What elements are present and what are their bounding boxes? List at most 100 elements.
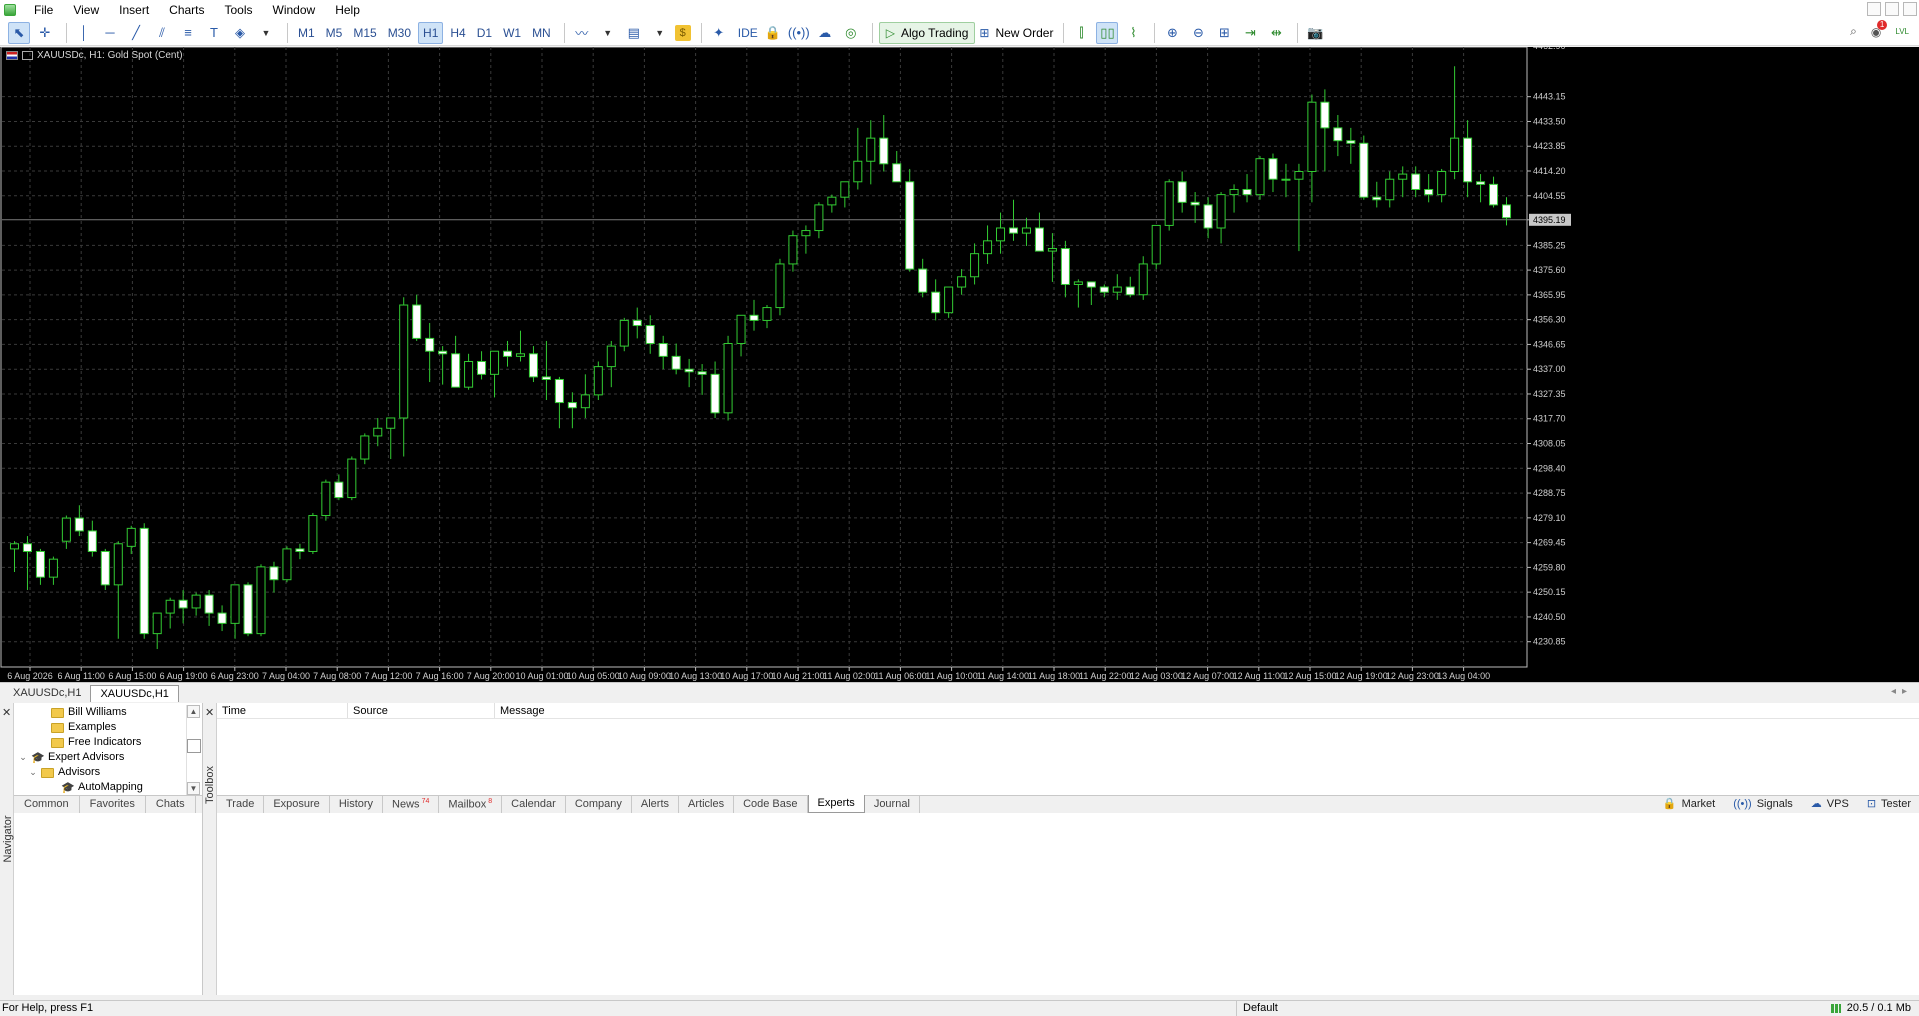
menu-insert[interactable]: Insert: [109, 0, 159, 20]
lvl-icon[interactable]: LVL: [1895, 27, 1909, 36]
line-chart-icon[interactable]: ⌇: [1122, 22, 1144, 44]
tab-history[interactable]: History: [330, 796, 384, 813]
column-message[interactable]: Message: [495, 703, 1495, 718]
timeframe-m30[interactable]: M30: [384, 22, 415, 44]
dollar-icon[interactable]: $: [674, 24, 691, 41]
scroll-thumb[interactable]: [187, 739, 201, 753]
channel-icon[interactable]: ⫽: [151, 22, 173, 44]
ide-button[interactable]: IDE: [734, 22, 762, 44]
auto-scroll-icon[interactable]: ⇥: [1239, 22, 1261, 44]
tab-trade[interactable]: Trade: [217, 796, 265, 813]
chevron-down-icon[interactable]: ▼: [597, 22, 619, 44]
link-signals[interactable]: ((•)) Signals: [1733, 798, 1793, 810]
indicators-icon[interactable]: 〰: [571, 22, 593, 44]
timeframe-m15[interactable]: M15: [349, 22, 380, 44]
chart-tab-active[interactable]: XAUUSDc,H1: [90, 685, 179, 702]
link-label: VPS: [1826, 798, 1849, 810]
timeframe-h1[interactable]: H1: [418, 21, 444, 44]
zoom-in-icon[interactable]: ⊕: [1161, 22, 1183, 44]
timeframe-d1[interactable]: D1: [473, 22, 496, 44]
navigator-tree-item[interactable]: ⌄ Advisors: [18, 765, 186, 780]
tab-scroll-arrows-icon[interactable]: ◂▸: [1891, 686, 1913, 697]
tree-expander-icon[interactable]: ⌄: [18, 750, 28, 765]
globe-icon[interactable]: ◎: [840, 22, 862, 44]
menu-help[interactable]: Help: [325, 0, 370, 20]
navigator-tree-item[interactable]: ⌄ 🎓 Expert Advisors: [18, 750, 186, 765]
cloud-icon[interactable]: ☁: [814, 22, 836, 44]
candlestick-chart-icon[interactable]: ▯▯: [1096, 21, 1119, 44]
notifications-icon[interactable]: ◉ 1: [1871, 19, 1888, 39]
menu-tools[interactable]: Tools: [215, 0, 263, 20]
bar-chart-icon[interactable]: ⫿: [1070, 22, 1092, 44]
tab-calendar[interactable]: Calendar: [502, 796, 566, 813]
tab-news[interactable]: News 74: [383, 796, 440, 813]
tile-windows-icon[interactable]: ⊞: [1213, 22, 1235, 44]
tab-chats[interactable]: Chats: [146, 796, 196, 813]
close-button[interactable]: [1903, 2, 1917, 16]
chevron-down-icon[interactable]: ▼: [649, 22, 671, 44]
scroll-down-icon[interactable]: ▼: [187, 782, 200, 795]
chart-area[interactable]: 4462.90 4443.15 4433.50 4423.85 4414.20 4404.…: [0, 47, 1919, 682]
horizontal-line-icon[interactable]: ─: [99, 22, 121, 44]
crosshair-icon[interactable]: ✛: [34, 22, 56, 44]
menu-view[interactable]: View: [63, 0, 109, 20]
navigator-tree-item[interactable]: Free Indicators: [18, 735, 186, 750]
search-icon[interactable]: ⌕: [1850, 24, 1857, 39]
timeframe-w1[interactable]: W1: [499, 22, 525, 44]
x-tick-label: 11 Aug 02:00: [823, 671, 875, 681]
candle-bull: [515, 353, 526, 357]
menu-file[interactable]: File: [24, 0, 63, 20]
navigator-scrollbar[interactable]: ▲ ▼: [186, 705, 201, 795]
scroll-up-icon[interactable]: ▲: [187, 705, 200, 718]
chevron-down-icon[interactable]: ▼: [255, 22, 277, 44]
tab-experts[interactable]: Experts: [807, 795, 865, 813]
column-source[interactable]: Source: [348, 703, 495, 718]
cursor-tool-icon[interactable]: ⬉: [8, 21, 30, 44]
timeframe-m5[interactable]: M5: [322, 22, 347, 44]
tab-alerts[interactable]: Alerts: [632, 796, 680, 813]
close-icon[interactable]: ✕: [205, 706, 214, 719]
chart-shift-icon[interactable]: ⇹: [1265, 22, 1287, 44]
navigator-tree-item[interactable]: 🎓 AutoMapping: [18, 780, 186, 795]
tab-articles[interactable]: Articles: [679, 796, 735, 813]
broadcast-icon[interactable]: ((•)): [788, 22, 810, 44]
toolbar-separator: [1154, 22, 1156, 43]
navigator-tree-item[interactable]: Bill Williams: [18, 705, 186, 720]
minimize-button[interactable]: [1867, 2, 1881, 16]
templates-icon[interactable]: ▤: [623, 22, 645, 44]
tab-journal[interactable]: Journal: [865, 796, 920, 813]
timeframe-m1[interactable]: M1: [294, 22, 319, 44]
column-time[interactable]: Time: [217, 703, 348, 718]
tree-expander-icon[interactable]: ⌄: [28, 765, 38, 780]
tab-exposure[interactable]: Exposure: [264, 796, 330, 813]
new-order-button[interactable]: ⊞ New Order: [975, 22, 1057, 44]
timeframe-h4[interactable]: H4: [446, 22, 469, 44]
algo-trading-button[interactable]: ▷ Algo Trading: [878, 21, 976, 44]
link-vps[interactable]: ☁ VPS: [1811, 797, 1849, 810]
trend-line-icon[interactable]: ╱: [125, 22, 147, 44]
text-tool-icon[interactable]: T: [203, 22, 225, 44]
timeframe-mn[interactable]: MN: [528, 22, 555, 44]
shapes-icon[interactable]: ◈: [229, 22, 251, 44]
navigator-tree-item[interactable]: Examples: [18, 720, 186, 735]
fibonacci-icon[interactable]: ≡: [177, 22, 199, 44]
sparkle-icon[interactable]: ✦: [708, 22, 730, 44]
close-icon[interactable]: ✕: [2, 706, 11, 719]
price-chart[interactable]: 4462.90 4443.15 4433.50 4423.85 4414.20 4404.…: [0, 47, 1919, 682]
menu-charts[interactable]: Charts: [159, 0, 214, 20]
lock-icon[interactable]: 🔒: [762, 22, 784, 44]
restore-button[interactable]: [1885, 2, 1899, 16]
link-market[interactable]: 🔒 Market: [1663, 797, 1715, 810]
tab-mailbox[interactable]: Mailbox 8: [439, 796, 503, 813]
link-tester[interactable]: ⊡ Tester: [1867, 797, 1911, 810]
screenshot-icon[interactable]: 📷: [1304, 22, 1326, 44]
tab-favorites[interactable]: Favorites: [80, 796, 146, 813]
vertical-line-icon[interactable]: │: [73, 22, 95, 44]
app-logo-icon[interactable]: [4, 4, 16, 16]
zoom-out-icon[interactable]: ⊖: [1187, 22, 1209, 44]
tab-company[interactable]: Company: [566, 796, 632, 813]
tab-common[interactable]: Common: [14, 796, 80, 813]
chart-tab[interactable]: XAUUSDc,H1: [4, 685, 90, 702]
menu-window[interactable]: Window: [263, 0, 326, 20]
tab-code-base[interactable]: Code Base: [734, 796, 808, 813]
